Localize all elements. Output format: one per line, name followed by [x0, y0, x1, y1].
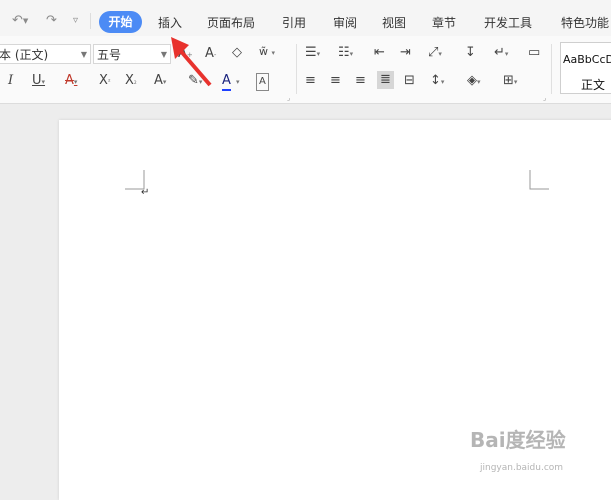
pinyin-guide-icon[interactable]: w̃ ▾	[259, 44, 275, 61]
justify-icon[interactable]: ≣	[377, 71, 394, 89]
subscript-icon[interactable]: X₂	[125, 73, 137, 90]
red-arrow-annotation	[171, 37, 212, 87]
tab-insert[interactable]: 插入	[158, 14, 182, 31]
align-center-icon[interactable]: ≡	[330, 73, 341, 89]
tab-references[interactable]: 引用	[282, 14, 306, 31]
divider	[551, 44, 552, 94]
tab-view[interactable]: 视图	[382, 14, 406, 31]
divider	[90, 13, 91, 29]
line-spacing-icon[interactable]: ↕▾	[430, 73, 444, 90]
tab-home[interactable]: 开始	[99, 11, 142, 33]
ribbon-tab-row: ↶▾ ↷ ▿ 开始 插入 页面布局 引用 审阅 视图 章节 开发工具 特色功能	[0, 3, 611, 36]
ribbon-toolbar: 本 (正文) ▼ 五号 ▼ A+ A- ◇ w̃ ▾ I U▾ A▾ X² X₂…	[0, 36, 611, 104]
style-preview: AaBbCcDd	[563, 53, 611, 66]
italic-icon[interactable]: I	[8, 73, 13, 89]
shading-icon[interactable]: ◈▾	[467, 73, 481, 90]
watermark-url: jingyan.baidu.com	[480, 463, 564, 473]
tab-review[interactable]: 审阅	[333, 14, 357, 31]
font-size-select[interactable]: 五号 ▼	[93, 44, 171, 64]
tab-section[interactable]: 章节	[432, 14, 456, 31]
style-name: 正文	[581, 78, 606, 92]
borders-icon[interactable]: ⊞▾	[503, 73, 517, 90]
customize-quick-access-icon[interactable]: ▿	[73, 15, 78, 26]
undo-icon[interactable]: ↶▾	[12, 13, 28, 28]
sort-icon[interactable]: ↧	[465, 45, 476, 61]
text-cursor: ↵	[141, 187, 150, 198]
superscript-icon[interactable]: X²	[99, 73, 111, 90]
redo-icon[interactable]: ↷	[46, 13, 57, 28]
distributed-align-icon[interactable]: ⊟	[404, 73, 415, 89]
align-left-icon[interactable]: ≡	[305, 73, 316, 89]
style-normal[interactable]: AaBbCcDd 正文	[560, 42, 611, 94]
character-border-icon[interactable]: A	[256, 73, 269, 91]
paragraph-group-launcher-icon[interactable]: ⌟	[543, 94, 546, 102]
tab-page-layout[interactable]: 页面布局	[207, 14, 255, 31]
divider	[296, 44, 297, 94]
font-group-launcher-icon[interactable]: ⌟	[287, 94, 290, 102]
page-margin-corner	[529, 170, 549, 190]
chinese-layout-icon[interactable]: ⤢▾	[428, 45, 442, 62]
tab-developer[interactable]: 开发工具	[484, 14, 532, 31]
table-of-contents-icon[interactable]: ▭	[528, 45, 540, 61]
align-right-icon[interactable]: ≡	[355, 73, 366, 89]
paragraph-mark-icon[interactable]: ↵▾	[494, 45, 508, 62]
font-color-icon[interactable]: A	[222, 73, 231, 91]
numbered-list-icon[interactable]: ☷▾	[338, 45, 353, 62]
font-size-value: 五号	[97, 48, 122, 62]
underline-icon[interactable]: U▾	[32, 73, 45, 90]
clear-formatting-icon[interactable]: ◇	[232, 45, 242, 61]
strikethrough-icon[interactable]: A▾	[65, 73, 77, 90]
bullet-list-icon[interactable]: ☰▾	[305, 45, 320, 62]
decrease-indent-icon[interactable]: ⇤	[374, 45, 385, 61]
chevron-down-icon: ▼	[80, 50, 87, 59]
chevron-down-icon[interactable]: ▾	[236, 73, 240, 90]
watermark-brand: Bai度经验	[470, 428, 566, 452]
increase-indent-icon[interactable]: ⇥	[400, 45, 411, 61]
font-family-value: 本 (正文)	[0, 48, 49, 62]
font-family-select[interactable]: 本 (正文) ▼	[0, 44, 91, 64]
tab-special-features[interactable]: 特色功能	[561, 14, 609, 31]
